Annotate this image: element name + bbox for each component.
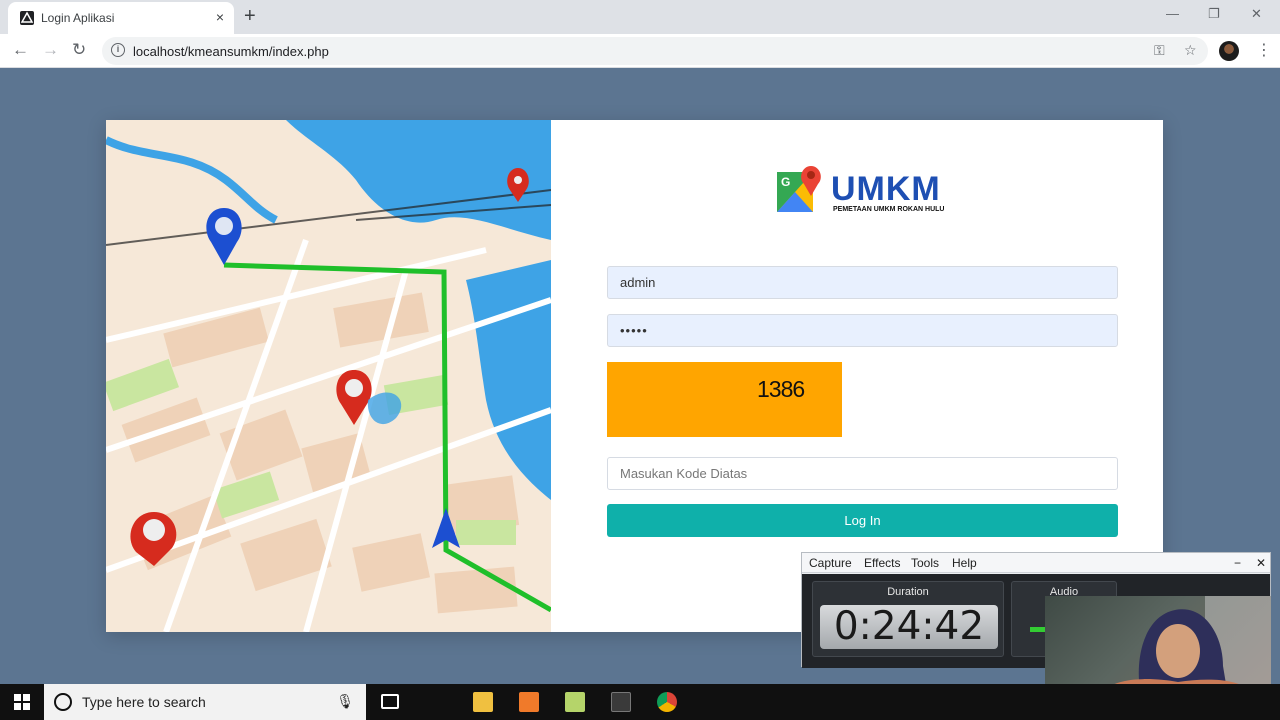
maps-logo-icon: G: [777, 166, 821, 212]
captcha-box: 1386: [607, 362, 842, 437]
xampp-icon[interactable]: [519, 692, 539, 712]
tab-title: Login Aplikasi: [41, 11, 115, 25]
password-key-icon[interactable]: ⚿: [1154, 42, 1165, 59]
map-illustration: [106, 120, 551, 632]
browser-toolbar: ← → ↻ i localhost/kmeansumkm/index.php ⚿…: [0, 34, 1280, 68]
url-text[interactable]: localhost/kmeansumkm/index.php: [133, 44, 329, 59]
window-minimize-button[interactable]: —: [1166, 6, 1179, 21]
reload-button[interactable]: ↻: [72, 39, 86, 61]
tab-close-icon[interactable]: ×: [216, 9, 224, 25]
captcha-code: 1386: [757, 376, 805, 402]
chrome-icon[interactable]: [657, 692, 677, 712]
logo-title: UMKM: [831, 170, 941, 208]
file-explorer-icon[interactable]: [473, 692, 493, 712]
webcam-overlay: [1045, 596, 1271, 690]
windows-taskbar: Type here to search 🎙: [0, 684, 1280, 720]
browser-tab[interactable]: Login Aplikasi ×: [8, 2, 234, 34]
password-input[interactable]: •••••: [607, 314, 1118, 347]
notes-app-icon[interactable]: [565, 692, 585, 712]
svg-text:G: G: [781, 175, 790, 189]
menu-help[interactable]: Help: [952, 556, 977, 570]
recorder-close-button[interactable]: ✕: [1256, 556, 1266, 570]
forward-button[interactable]: →: [42, 39, 59, 61]
task-view-icon[interactable]: [381, 694, 399, 709]
recorder-minimize-button[interactable]: −: [1234, 556, 1241, 570]
taskbar-search-box[interactable]: Type here to search 🎙: [44, 684, 366, 720]
site-info-icon[interactable]: i: [111, 43, 125, 57]
login-button[interactable]: Log In: [607, 504, 1118, 537]
audio-level-meter: [1030, 627, 1046, 632]
umkm-logo: G UMKM PEMETAAN UMKM ROKAN HULU: [775, 166, 955, 218]
duration-label: Duration: [887, 586, 929, 598]
duration-panel: Duration 0:24:42: [812, 581, 1004, 657]
recorder-app-icon[interactable]: [611, 692, 631, 712]
logo-subtitle: PEMETAAN UMKM ROKAN HULU: [833, 206, 945, 213]
recorder-menu-bar: Capture Effects Tools Help − ✕: [802, 553, 1270, 573]
app-favicon-icon: [20, 11, 34, 25]
menu-capture[interactable]: Capture: [809, 556, 852, 570]
taskbar-search-placeholder: Type here to search: [82, 694, 206, 710]
address-bar[interactable]: i localhost/kmeansumkm/index.php ⚿ ☆: [102, 37, 1208, 65]
browser-menu-icon[interactable]: ⋮: [1256, 40, 1272, 60]
tab-strip: Login Aplikasi × + — ❐ ✕: [0, 0, 1280, 34]
window-restore-button[interactable]: ❐: [1208, 6, 1220, 22]
menu-effects[interactable]: Effects: [864, 556, 900, 570]
back-button[interactable]: ←: [12, 39, 29, 61]
windows-start-icon[interactable]: [14, 694, 30, 710]
captcha-input[interactable]: Masukan Kode Diatas: [607, 457, 1118, 490]
duration-timer: 0:24:42: [820, 605, 998, 649]
username-input[interactable]: admin: [607, 266, 1118, 299]
bookmark-star-icon[interactable]: ☆: [1184, 42, 1197, 59]
new-tab-button[interactable]: +: [244, 5, 256, 27]
microphone-icon[interactable]: 🎙: [336, 693, 354, 710]
menu-tools[interactable]: Tools: [911, 556, 939, 570]
cortana-icon: [54, 693, 72, 711]
window-close-button[interactable]: ✕: [1251, 6, 1262, 22]
profile-avatar[interactable]: [1219, 41, 1239, 61]
